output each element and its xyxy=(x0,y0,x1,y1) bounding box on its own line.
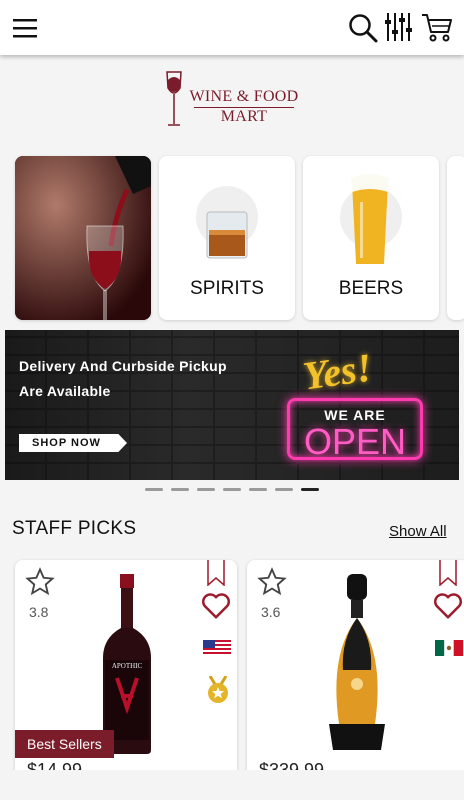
filter-sliders-icon[interactable] xyxy=(384,12,412,42)
carousel-dot[interactable] xyxy=(275,488,293,491)
hamburger-menu-icon[interactable] xyxy=(13,18,37,38)
promo-banner[interactable]: Delivery And Curbside Pickup Are Availab… xyxy=(5,330,459,480)
bookmark-ribbon-icon[interactable] xyxy=(207,560,225,586)
wine-glass-logo-icon xyxy=(166,71,182,126)
logo-line-1: WINE & FOOD xyxy=(189,88,299,105)
tequila-bottle-image xyxy=(329,574,385,750)
neon-open-sign: WE ARE OPEN xyxy=(287,398,423,462)
carousel-dot[interactable] xyxy=(223,488,241,491)
bottle-label-text: APOTHIC xyxy=(112,662,143,670)
bottom-edge xyxy=(0,770,464,800)
category-label-beers: BEERS xyxy=(338,278,404,299)
shopping-cart-icon[interactable] xyxy=(421,12,453,42)
show-all-link[interactable]: Show All xyxy=(389,523,447,540)
heart-favorite-icon[interactable] xyxy=(433,592,463,620)
category-card-beers[interactable]: BEERS xyxy=(303,156,439,320)
bookmark-ribbon-icon[interactable] xyxy=(439,560,457,586)
carousel-dot[interactable] xyxy=(249,488,267,491)
store-logo: WINE & FOOD MART xyxy=(160,68,310,132)
banner-yes-text: Yes! xyxy=(300,344,375,399)
star-rating-icon[interactable] xyxy=(257,567,287,597)
star-rating-icon[interactable] xyxy=(25,567,55,597)
carousel-dot[interactable] xyxy=(197,488,215,491)
usa-flag-icon xyxy=(203,640,231,656)
banner-text-line-2: Are Available xyxy=(19,383,111,399)
banner-text-line-1: Delivery And Curbside Pickup xyxy=(19,358,227,374)
medal-icon xyxy=(208,676,228,703)
logo-wordmark: WINE & FOOD MART xyxy=(184,88,304,126)
mexico-flag-icon xyxy=(435,640,463,656)
category-card-peek[interactable] xyxy=(447,156,464,320)
product-card[interactable]: 3.8 APOTHIC Best Sellers $14.99 xyxy=(15,560,237,800)
product-card[interactable]: 3.6 $339.99 xyxy=(247,560,464,800)
carousel-dot[interactable] xyxy=(145,488,163,491)
wine-bottle-image: APOTHIC xyxy=(103,574,151,754)
section-title: STAFF PICKS xyxy=(12,518,137,539)
search-icon[interactable] xyxy=(348,13,378,43)
rating-value: 3.8 xyxy=(29,604,49,620)
logo-line-2: MART xyxy=(220,108,268,125)
wine-pour-image xyxy=(15,156,151,320)
carousel-dot[interactable] xyxy=(171,488,189,491)
top-app-bar xyxy=(0,0,464,55)
category-card-wine[interactable] xyxy=(15,156,151,320)
carousel-dot-active[interactable] xyxy=(301,488,319,491)
category-card-spirits[interactable]: SPIRITS xyxy=(159,156,295,320)
shop-now-button[interactable]: SHOP NOW xyxy=(19,434,127,452)
whiskey-glass-icon xyxy=(206,211,248,259)
carousel-indicator xyxy=(145,488,321,492)
banner-open-text: OPEN xyxy=(303,421,407,462)
beer-glass-icon xyxy=(351,174,389,264)
rating-value: 3.6 xyxy=(261,604,281,620)
heart-favorite-icon[interactable] xyxy=(201,592,231,620)
category-label-spirits: SPIRITS xyxy=(190,278,264,299)
best-sellers-badge: Best Sellers xyxy=(15,730,114,758)
